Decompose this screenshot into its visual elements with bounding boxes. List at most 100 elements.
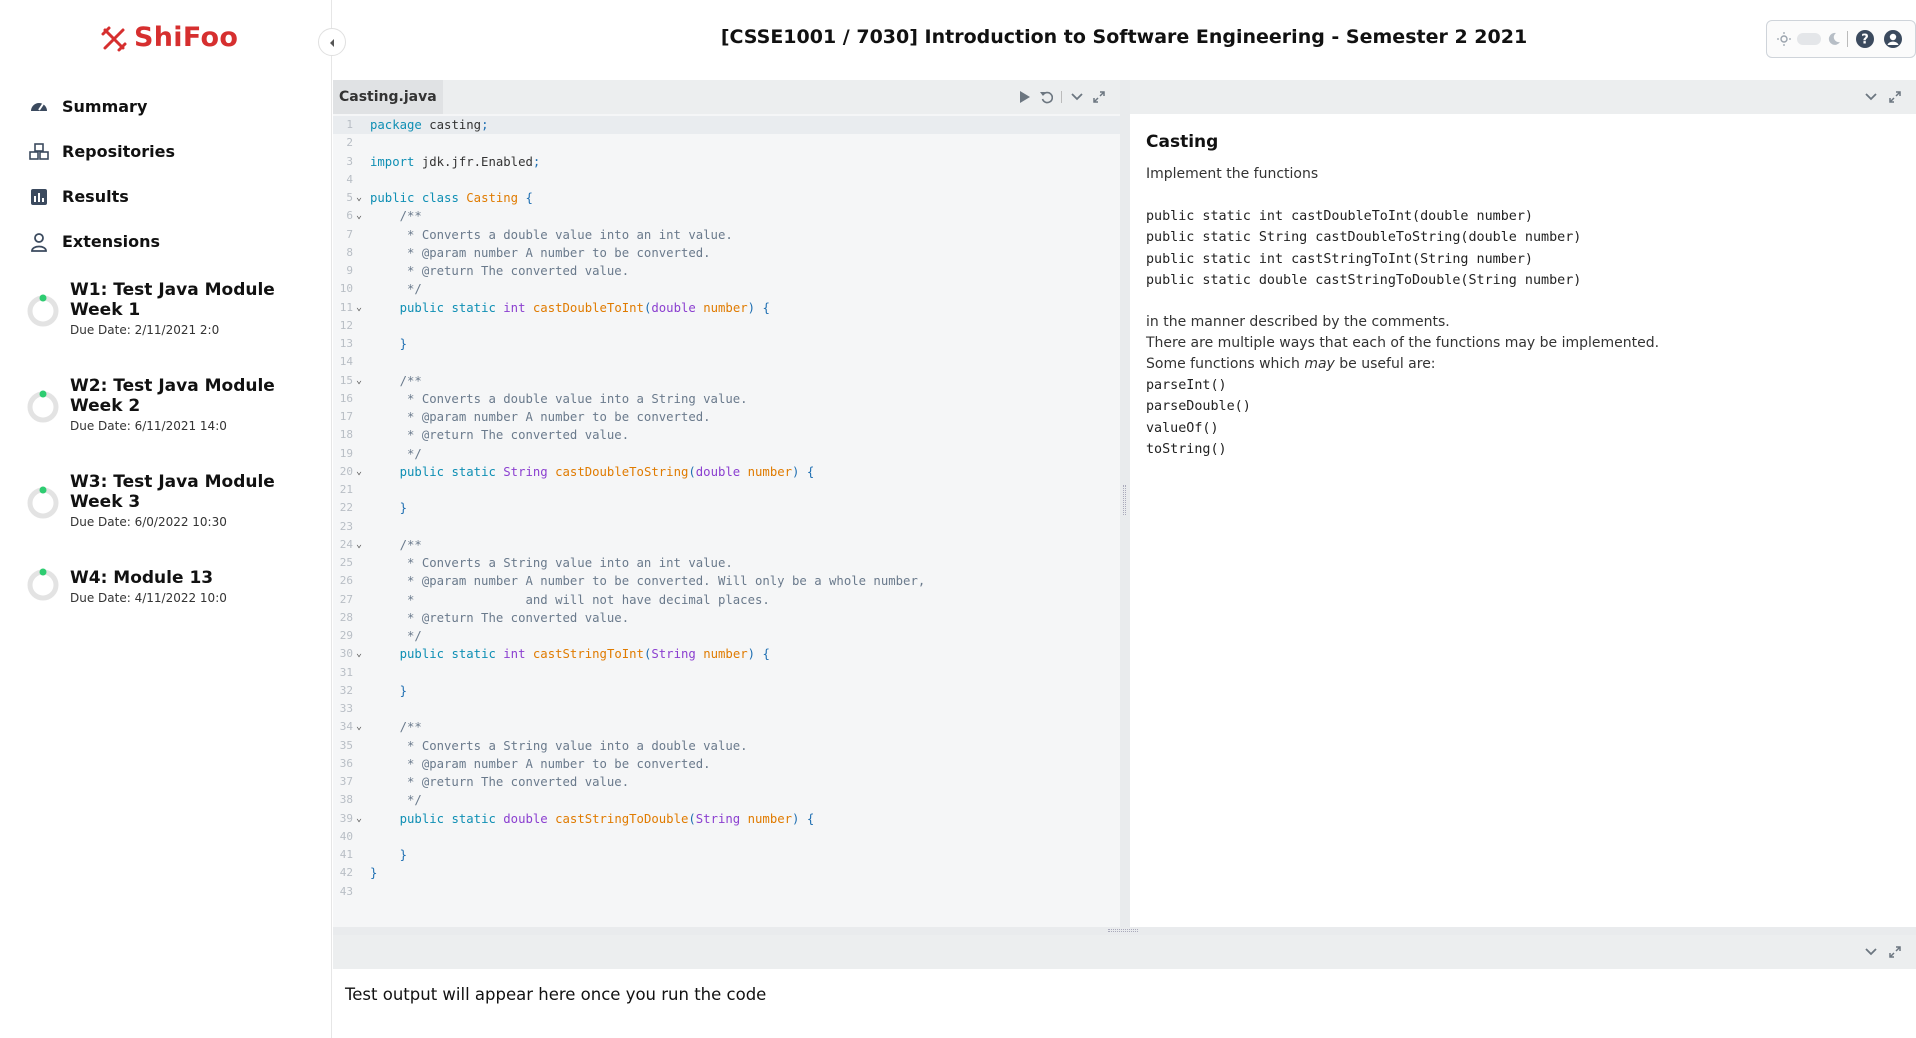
code-line[interactable]: 43 [333,883,1120,901]
code-line[interactable]: 35 * Converts a String value into a doub… [333,737,1120,755]
useful-function: parseInt() [1146,378,1227,394]
chevron-down-icon[interactable] [1070,90,1084,104]
code-line[interactable]: 28 * @return The converted value. [333,609,1120,627]
code-line[interactable]: 8 * @param number A number to be convert… [333,244,1120,262]
code-line[interactable]: 17 * @param number A number to be conver… [333,408,1120,426]
fold-chevron-icon[interactable]: ⌄ [356,718,362,736]
code-line[interactable]: 2 [333,134,1120,152]
code-line[interactable]: 16 * Converts a double value into a Stri… [333,390,1120,408]
code-line[interactable]: 1 package casting; [333,116,1120,135]
code-line[interactable]: 30 ⌄ public static int castStringToInt(St… [333,645,1120,663]
code-line[interactable]: 21 [333,481,1120,499]
account-avatar-icon[interactable] [1882,28,1904,50]
code-line[interactable]: 40 [333,828,1120,846]
file-tab[interactable]: Casting.java [333,80,443,114]
code-line[interactable]: 13 } [333,335,1120,353]
chevron-down-icon[interactable] [1864,945,1878,959]
run-icon[interactable] [1017,90,1031,104]
vertical-resize-handle[interactable] [1120,80,1130,927]
progress-ring-icon [26,390,60,424]
code-line[interactable]: 37 * @return The converted value. [333,773,1120,791]
code-line[interactable]: 19 */ [333,445,1120,463]
code-line[interactable]: 42} [333,864,1120,882]
code-line[interactable]: 9 * @return The converted value. [333,262,1120,280]
sidebar-collapse-button[interactable] [318,28,346,56]
line-number: 8 [346,245,353,259]
code-line[interactable]: 14 [333,353,1120,371]
toolbar-separator [1847,31,1848,47]
code-line[interactable]: 41 } [333,846,1120,864]
sidebar: ShiFoo Summary Repositories Results Exte… [0,0,332,1038]
logo[interactable]: ShiFoo [100,22,238,53]
fold-chevron-icon[interactable]: ⌄ [356,463,362,481]
chevron-down-icon[interactable] [1864,90,1878,104]
code-line[interactable]: 15 ⌄ /** [333,372,1120,390]
code-line[interactable]: 31 [333,664,1120,682]
code-line[interactable]: 34 ⌄ /** [333,718,1120,736]
fold-chevron-icon[interactable]: ⌄ [356,207,362,225]
code-line[interactable]: 36 * @param number A number to be conver… [333,755,1120,773]
code-line[interactable]: 24 ⌄ /** [333,536,1120,554]
code-text: package casting; [370,118,489,132]
expand-icon[interactable] [1888,945,1902,959]
code-line[interactable]: 3 import jdk.jfr.Enabled; [333,153,1120,171]
module-title: W2: Test Java Module Week 2 [70,376,275,416]
code-line[interactable]: 23 [333,518,1120,536]
fold-chevron-icon[interactable]: ⌄ [356,536,362,554]
theme-toggle[interactable] [1797,33,1821,45]
cubes-icon [28,141,50,163]
help-icon[interactable]: ? [1854,28,1876,50]
code-line[interactable]: 11 ⌄ public static int castDoubleToInt(do… [333,299,1120,317]
module-item-w2[interactable]: W2: Test Java Module Week 2 Due Date: 6/… [26,376,326,472]
code-line[interactable]: 18 * @return The converted value. [333,426,1120,444]
fold-chevron-icon[interactable]: ⌄ [356,189,362,207]
line-number: 38 [339,793,353,807]
code-line[interactable]: 20 ⌄ public static String castDoubleToStr… [333,463,1120,481]
sidebar-item-repositories[interactable]: Repositories [28,129,175,174]
code-text: /** [370,720,422,735]
code-line[interactable]: 12 [333,317,1120,335]
expand-icon[interactable] [1888,90,1902,104]
line-number: 23 [339,519,353,533]
task-paragraph: There are multiple ways that each of the… [1146,335,1660,352]
code-text: * @return The converted value. [370,264,630,278]
module-item-w4[interactable]: W4: Module 13 Due Date: 4/11/2022 10:0 [26,568,326,644]
moon-icon[interactable] [1827,28,1841,50]
task-title: Casting [1146,132,1219,152]
fold-chevron-icon[interactable]: ⌄ [356,810,362,828]
horizontal-resize-handle[interactable] [333,927,1916,935]
code-line[interactable]: 33 [333,700,1120,718]
task-description-pane: Casting Implement the functions public s… [1130,80,1916,927]
fold-chevron-icon[interactable]: ⌄ [356,372,362,390]
code-text: * @param number A number to be converted… [370,410,711,424]
fold-chevron-icon[interactable]: ⌄ [356,299,362,317]
sun-icon[interactable] [1777,28,1791,50]
code-line[interactable]: 4 [333,171,1120,189]
expand-icon[interactable] [1092,90,1106,104]
code-line[interactable]: 6 ⌄ /** [333,207,1120,225]
code-line[interactable]: 38 */ [333,791,1120,809]
fold-chevron-icon[interactable]: ⌄ [356,645,362,663]
sidebar-item-results[interactable]: Results [28,174,175,219]
signature-line: public static int castDoubleToInt(double… [1146,209,1533,224]
code-line[interactable]: 39 ⌄ public static double castStringToDou… [333,810,1120,828]
code-line[interactable]: 10 */ [333,280,1120,298]
reset-icon[interactable] [1039,90,1053,104]
code-line[interactable]: 22 } [333,499,1120,517]
module-item-w3[interactable]: W3: Test Java Module Week 3 Due Date: 6/… [26,472,326,568]
line-number: 6 [346,209,353,223]
description-toolbar [1130,80,1916,114]
code-line[interactable]: 25 * Converts a String value into an int… [333,554,1120,572]
sidebar-item-summary[interactable]: Summary [28,84,175,129]
sidebar-item-extensions[interactable]: Extensions [28,219,175,264]
code-line[interactable]: 5 ⌄ public class Casting { [333,189,1120,207]
module-item-w1[interactable]: W1: Test Java Module Week 1 Due Date: 2/… [26,280,326,376]
code-line[interactable]: 7 * Converts a double value into an int … [333,226,1120,244]
code-line[interactable]: 32 } [333,682,1120,700]
code-line[interactable]: 27 * and will not have decimal places. [333,591,1120,609]
code-line[interactable]: 26 * @param number A number to be conver… [333,572,1120,590]
code-area[interactable]: 1 package casting; 2 3 import jdk.jfr.Enable… [333,116,1120,901]
module-title: W4: Module 13 [70,568,214,588]
code-text: * @return The converted value. [370,610,630,625]
code-line[interactable]: 29 */ [333,627,1120,645]
